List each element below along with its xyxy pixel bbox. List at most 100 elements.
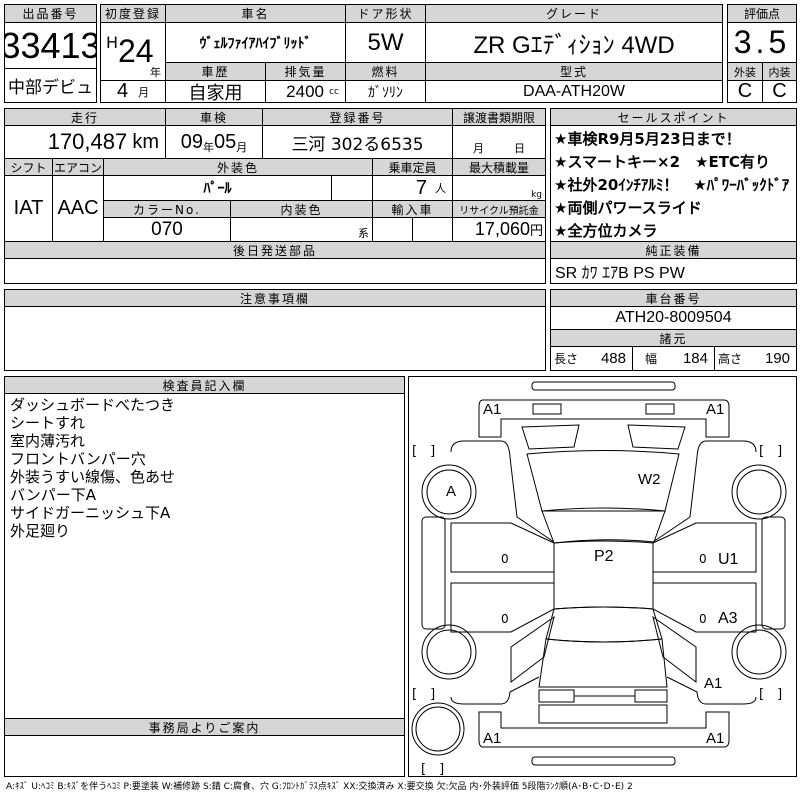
fuel-header: 燃料 <box>345 62 426 81</box>
lot-header: 出品番号 <box>4 4 97 23</box>
sales-point: ★両側パワースライド <box>554 199 702 217</box>
mileage-cell: 170,487 km <box>4 125 166 159</box>
equipment-header: 純正装備 <box>550 241 797 259</box>
bracket: [ ] <box>412 444 436 459</box>
mark-right-rear-fender: A1 <box>704 675 723 692</box>
bracket: [ ] <box>759 687 783 702</box>
car-name-header: 車名 <box>165 4 346 23</box>
office-body <box>4 735 405 777</box>
bracket: [ ] <box>412 687 436 702</box>
ext-score-header: 外装 <box>727 62 763 81</box>
registration-number: 三河 302る6535 <box>262 125 453 159</box>
equipment: SR ｶﾜ ｴｱB PS PW <box>550 258 797 284</box>
int-color-cell: 系 <box>230 217 373 242</box>
ext-score: C <box>727 80 763 103</box>
history: 自家用 <box>165 80 266 103</box>
mark-front-left-bumper: A1 <box>483 401 502 418</box>
inspector-note: バンパー下A <box>10 486 97 504</box>
mark-front-right-bumper: A1 <box>706 401 725 418</box>
lot-number: 33413 <box>4 22 97 69</box>
import-cell-1 <box>372 217 413 242</box>
width: 184 <box>682 350 708 367</box>
color-no: 070 <box>103 217 231 242</box>
max-load-header: 最大積載量 <box>452 158 546 176</box>
model-header: 型式 <box>425 62 723 81</box>
width-cell: 幅 184 <box>632 346 715 371</box>
year-unit: 年 <box>150 66 161 79</box>
grade-header: グレード <box>425 4 723 23</box>
int-color-unit: 系 <box>358 227 369 240</box>
door-zero: 0 <box>501 612 509 626</box>
capacity-cell: 7人 <box>372 175 453 201</box>
ext-color-extra <box>331 175 373 201</box>
inspection-year: 09 <box>180 130 203 153</box>
later-parts-header: 後日発送部品 <box>4 241 546 259</box>
month-unit: 月 <box>138 85 150 99</box>
mileage-header: 走行 <box>4 108 166 126</box>
cc-unit: cc <box>329 86 339 97</box>
transfer-cell: 月日 <box>452 125 546 159</box>
mark-rear-right-bumper: A1 <box>706 730 725 747</box>
inspector-note: ダッシュボードべたつき <box>10 396 176 414</box>
inspector-note: 外装うすい線傷、色あせ <box>10 468 176 486</box>
recycle-cell: 17,060 円 <box>452 217 546 242</box>
score-header: 評価点 <box>727 4 797 23</box>
ac-header: エアコン <box>52 158 104 176</box>
door-header: ドア形状 <box>345 4 426 23</box>
chassis-header: 車台番号 <box>550 289 797 307</box>
length-label: 長さ <box>554 352 579 366</box>
later-parts-body <box>4 258 546 284</box>
inspection-year-unit: 年 <box>203 141 214 154</box>
inspector-note: サイドガーニッシュ下A <box>10 504 171 522</box>
import-header: 輸入車 <box>372 200 453 218</box>
mark-right-rear-door: A3 <box>718 610 738 627</box>
first-reg-header: 初度登録 <box>100 4 166 23</box>
chassis-number: ATH20-8009504 <box>550 306 797 330</box>
ac: AAC <box>52 175 104 242</box>
mark-front-left-wheel: A <box>446 483 457 500</box>
recycle-header: リサイクル預託金 <box>452 200 546 218</box>
inspector-note: シートすれ <box>10 414 86 432</box>
car-name: ｳﾞｪﾙﾌｧｲｱﾊｲﾌﾞﾘｯﾄﾞ <box>165 22 346 63</box>
displacement-cell: 2400 cc <box>265 80 346 103</box>
max-load-cell: kg <box>452 175 546 201</box>
displacement: 2400 <box>286 81 324 101</box>
inspection-cell: 09 年 05 月 <box>165 125 263 159</box>
registration-header: 登録番号 <box>262 108 453 126</box>
int-score-header: 内装 <box>762 62 797 81</box>
specs-header: 諸元 <box>550 329 797 347</box>
yen-unit: 円 <box>529 224 543 239</box>
fuel: ｶﾞｿﾘﾝ <box>345 80 426 103</box>
transfer-day-unit: 日 <box>514 142 525 155</box>
sales-point: ★全方位カメラ <box>554 222 658 240</box>
sales-points-list: ★車検R9月5月23日まで！ ★スマートキー×2 ★ETC有り ★社外20ｲﾝﾁ… <box>550 125 797 242</box>
import-cell-2 <box>412 217 453 242</box>
inspection-month-unit: 月 <box>236 141 248 154</box>
mark-rear-left-bumper: A1 <box>483 730 502 747</box>
first-reg-month-cell: 4 月 <box>100 80 166 103</box>
office-header: 事務局よりご案内 <box>4 718 405 736</box>
transfer-month-unit: 月 <box>473 142 484 155</box>
int-color-header: 内装色 <box>230 200 373 218</box>
legend: A:ｷｽﾞ U:ﾍｺﾐ B:ｷｽﾞを伴うﾍｺﾐ P:要塗装 W:補修跡 S:錆 … <box>6 782 633 792</box>
capacity-header: 乗車定員 <box>372 158 453 176</box>
inspector-notes: ダッシュボードべたつき シートすれ 室内薄汚れ フロントバンパー穴 外装うすい線… <box>4 393 405 719</box>
score: 3.5 <box>727 22 797 63</box>
sales-points-header: セールスポイント <box>550 108 797 126</box>
capacity-unit: 人 <box>435 182 446 195</box>
inspector-note: フロントバンパー穴 <box>10 450 146 468</box>
capacity: 7 <box>415 176 427 199</box>
inspector-note: 外足廻り <box>10 522 71 540</box>
shift-header: シフト <box>4 158 53 176</box>
first-reg-year-cell: H 24 年 <box>100 22 166 81</box>
car-outline <box>411 381 787 766</box>
height: 190 <box>764 350 790 367</box>
ext-color-header: 外装色 <box>103 158 373 176</box>
first-reg-year: 24 <box>118 33 154 69</box>
kg-unit: kg <box>531 190 542 200</box>
shift: IAT <box>4 175 53 242</box>
inspector-header: 検査員記入欄 <box>4 376 405 394</box>
int-score: C <box>762 80 797 103</box>
inspection-month: 05 <box>214 130 237 153</box>
auction-name: 中部デビュ <box>4 68 97 103</box>
